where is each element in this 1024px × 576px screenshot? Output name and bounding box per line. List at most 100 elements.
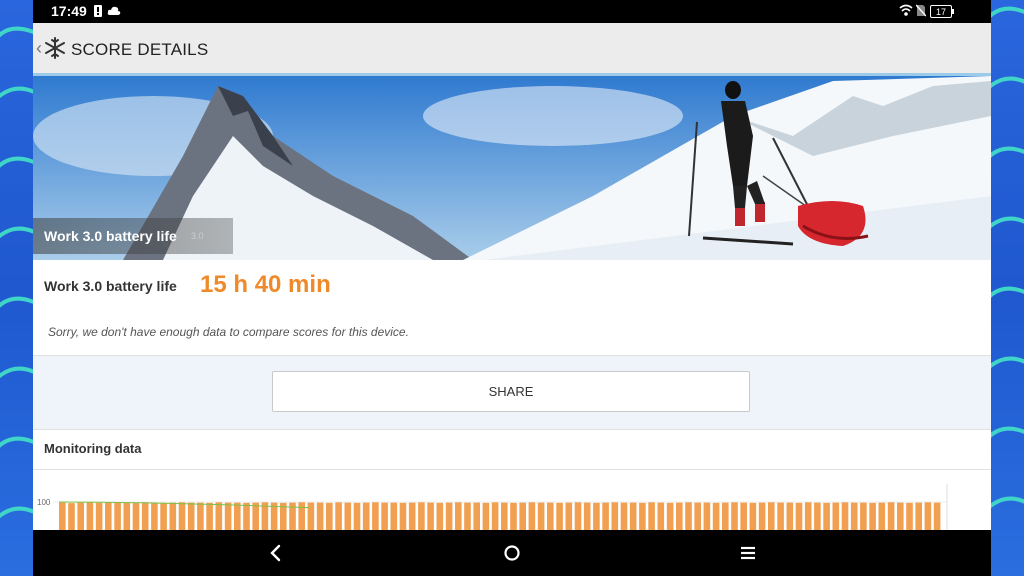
chart-bar <box>77 502 84 530</box>
chart-bar <box>326 502 333 530</box>
chart-bar <box>234 502 241 530</box>
status-bar: 17:49 17 <box>33 0 991 23</box>
chart-bar <box>915 502 922 530</box>
chart-bar <box>676 502 683 530</box>
chart-bar <box>298 502 305 530</box>
chart-bar <box>169 502 177 530</box>
banner-caption: Work 3.0 battery life 3.0 <box>33 218 233 254</box>
chart-bar <box>473 502 480 530</box>
chart-bar <box>694 502 701 530</box>
chart-bar <box>307 502 315 530</box>
monitoring-chart-svg: 100 <box>37 484 948 530</box>
chevron-left-icon[interactable]: ‹ <box>36 38 42 59</box>
chart-bar <box>510 502 517 530</box>
chart-bar <box>455 502 462 530</box>
chart-bar <box>427 502 434 530</box>
chart-bar <box>556 502 563 530</box>
chart-bar <box>464 502 471 530</box>
monitoring-chart: 100 <box>33 470 991 530</box>
chart-bar <box>243 502 250 530</box>
chart-bar <box>731 502 738 530</box>
nav-back-icon[interactable] <box>268 542 284 569</box>
notification-icon <box>93 4 103 23</box>
chart-bar <box>353 502 361 530</box>
chart-bar <box>418 502 425 530</box>
nav-home-icon[interactable] <box>503 542 521 569</box>
chart-bar <box>344 502 352 530</box>
chart-bar <box>187 502 195 530</box>
chart-bar <box>151 502 158 530</box>
chart-bar <box>850 502 858 530</box>
chart-bar <box>95 502 103 530</box>
battery-icon: 17 <box>930 5 955 23</box>
chart-bar <box>362 502 370 530</box>
navigation-bar <box>33 530 991 576</box>
chart-bar <box>123 502 131 530</box>
chart-bar <box>390 502 398 530</box>
benchmark-banner: Work 3.0 battery life 3.0 <box>33 76 991 260</box>
score-value: 15 h 40 min <box>200 271 331 298</box>
chart-bar <box>924 502 932 530</box>
chart-bar <box>666 502 674 530</box>
chart-bar <box>528 502 536 530</box>
chart-bar <box>878 502 886 530</box>
wallpaper-right <box>991 0 1024 576</box>
bar-series <box>59 502 941 530</box>
chart-bar <box>436 502 444 530</box>
chart-bar <box>372 502 379 530</box>
status-time: 17:49 <box>51 3 87 19</box>
y-tick-label-100: 100 <box>37 498 51 507</box>
share-button[interactable]: SHARE <box>272 371 750 412</box>
chart-bar <box>620 502 628 530</box>
banner-caption-title: Work 3.0 battery life <box>44 228 177 244</box>
chart-bar <box>316 502 324 530</box>
chart-bar <box>482 502 490 530</box>
chart-bar <box>832 502 840 530</box>
chart-bar <box>224 502 232 530</box>
nav-menu-icon[interactable] <box>739 542 757 569</box>
chart-bar <box>703 502 711 530</box>
chart-bar <box>408 502 416 530</box>
chart-bar <box>574 502 582 530</box>
score-label: Work 3.0 battery life <box>44 278 177 294</box>
chart-bar <box>519 502 526 530</box>
device-screen: 17:49 17 ‹ SCORE DETAILS Work 3.0 batter… <box>33 0 991 576</box>
chart-bar <box>602 502 609 530</box>
chart-bar <box>178 502 186 530</box>
score-row: Work 3.0 battery life 15 h 40 min <box>33 260 991 312</box>
chart-bar <box>59 502 66 530</box>
chart-bar <box>537 502 545 530</box>
chart-bar <box>565 502 573 530</box>
chart-bar <box>335 502 342 530</box>
chart-bar <box>611 502 619 530</box>
banner-caption-version: 3.0 <box>191 231 204 241</box>
chart-bar <box>105 502 112 530</box>
comparison-notice: Sorry, we don't have enough data to comp… <box>33 311 991 356</box>
snowflake-icon[interactable] <box>44 37 66 64</box>
no-sim-icon <box>915 4 927 22</box>
chart-bar <box>629 502 637 530</box>
chart-bar <box>897 502 904 530</box>
wifi-icon <box>899 4 913 22</box>
wallpaper-left <box>0 0 33 576</box>
chart-bar <box>749 502 757 530</box>
chart-bar <box>547 502 554 530</box>
share-section: SHARE <box>33 356 991 430</box>
chart-bar <box>933 502 941 530</box>
chart-bar <box>657 502 665 530</box>
chart-bar <box>381 502 388 530</box>
chart-bar <box>68 503 75 530</box>
chart-bar <box>445 502 453 530</box>
chart-bar <box>887 502 895 530</box>
comparison-notice-text: Sorry, we don't have enough data to comp… <box>48 325 409 339</box>
chart-bar <box>712 502 720 530</box>
chart-bar <box>814 502 821 530</box>
monitoring-title: Monitoring data <box>44 441 142 456</box>
chart-bar <box>804 502 812 530</box>
chart-bar <box>252 502 259 530</box>
chart-bar <box>777 502 784 530</box>
chart-bar <box>860 502 867 530</box>
chart-bar <box>795 502 803 530</box>
monitoring-header: Monitoring data <box>33 430 991 470</box>
chart-bar <box>841 502 849 530</box>
